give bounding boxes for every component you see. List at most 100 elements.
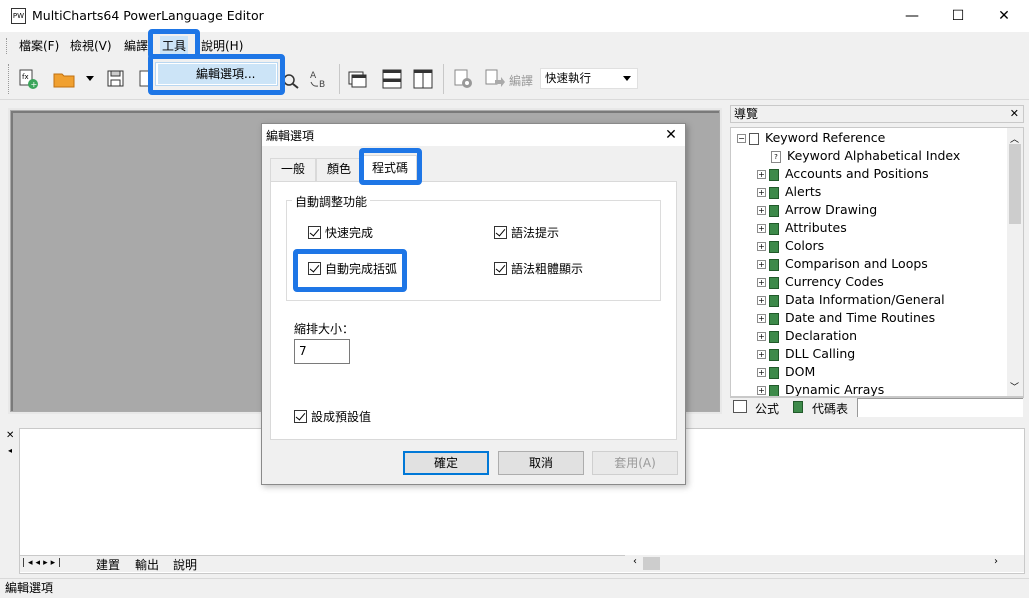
run-mode-combo[interactable]: 快速執行 [540,68,638,89]
tree-item[interactable]: ? Keyword Alphabetical Index [771,147,960,165]
minimize-button[interactable]: — [889,0,935,32]
book-icon [769,168,779,181]
expand-icon[interactable]: + [757,386,766,395]
tree-item[interactable]: − Keyword Reference [737,129,885,147]
navigator-close-icon[interactable]: ✕ [1010,106,1019,122]
close-button[interactable]: ✕ [981,0,1027,32]
expand-icon[interactable]: + [757,206,766,215]
svg-text:+: + [31,80,38,89]
quick-complete-checkbox[interactable]: 快速完成 [308,224,373,240]
tile-vertical-icon[interactable] [411,68,435,90]
expand-icon[interactable]: + [757,314,766,323]
cancel-button[interactable]: 取消 [498,451,584,475]
tab-output[interactable]: 輸出 [135,556,159,573]
tab-general[interactable]: 一般 [270,158,316,181]
checkbox-label: 設成預設值 [311,409,372,424]
expand-icon[interactable]: + [757,224,766,233]
syntax-hint-checkbox[interactable]: 語法提示 [494,224,559,240]
replace-icon[interactable]: AB [307,68,331,90]
scroll-left-icon[interactable]: ‹ [633,556,637,567]
window-title: MultiCharts64 PowerLanguage Editor [32,8,264,23]
tab-help[interactable]: 說明 [173,556,197,573]
scroll-right-icon[interactable]: › [994,556,998,567]
tree-item[interactable]: + Colors [757,237,824,255]
compile-label[interactable]: 編譯 [509,72,533,89]
menu-file[interactable]: 檔案(F) [17,36,61,56]
tree-item[interactable]: + Arrow Drawing [757,201,877,219]
tree-item[interactable]: + DLL Calling [757,345,855,363]
tree-item[interactable]: + Accounts and Positions [757,165,929,183]
tree-item[interactable]: + Data Information/General [757,291,945,309]
set-default-checkbox[interactable]: 設成預設值 [294,408,371,424]
tree-item[interactable]: + Currency Codes [757,273,884,291]
expand-icon[interactable]: + [757,368,766,377]
navigator-tree[interactable]: − Keyword Reference ? Keyword Alphabetical… [730,127,1024,397]
compile-icon[interactable] [483,68,507,90]
book-icon [769,240,779,253]
tab-colors[interactable]: 顏色 [316,158,362,181]
tree-item-label: Arrow Drawing [785,202,878,217]
expand-icon[interactable]: + [757,260,766,269]
highlight-code-tab [359,148,422,185]
cascade-windows-icon[interactable] [346,68,370,90]
checkbox-box[interactable] [294,410,307,423]
tab-code-table[interactable]: 代碼表 [812,400,848,417]
tab-build[interactable]: 建置 [96,556,120,573]
save-icon[interactable] [104,68,128,90]
tab-nav-arrows-icon[interactable]: |◂◂▸▸| [22,558,64,568]
tab-formula[interactable]: 公式 [755,400,779,417]
apply-button[interactable]: 套用(A) [592,451,678,475]
dialog-title: 編輯選項 [266,129,315,143]
tree-item[interactable]: + Attributes [757,219,847,237]
indent-size-label: 縮排大小： [294,322,355,336]
checkbox-box[interactable] [308,226,321,239]
expand-icon[interactable]: + [757,242,766,251]
new-study-icon[interactable]: fx + [17,68,41,90]
tree-item[interactable]: + Date and Time Routines [757,309,935,327]
svg-text:fx: fx [22,73,29,81]
tile-horizontal-icon[interactable] [380,68,404,90]
syntax-bold-checkbox[interactable]: 語法粗體顯示 [494,260,583,276]
ok-button[interactable]: 確定 [403,451,489,475]
tree-item[interactable]: + Dynamic Arrays [757,381,885,397]
collapse-icon[interactable]: − [737,134,746,143]
expand-icon[interactable]: + [757,296,766,305]
scroll-down-icon[interactable]: ﹀ [1010,380,1019,393]
expand-icon[interactable]: + [757,188,766,197]
maximize-button[interactable]: ☐ [935,0,981,32]
tree-item[interactable]: + Comparison and Loops [757,255,928,273]
open-folder-icon[interactable] [52,68,76,90]
tree-item[interactable]: + Alerts [757,183,821,201]
indent-size-input[interactable]: 7 [294,339,350,364]
open-dropdown-icon[interactable] [86,76,94,81]
expand-icon[interactable]: + [757,332,766,341]
dialog-close-icon[interactable]: ✕ [660,124,682,146]
scrollbar-thumb[interactable] [1009,144,1021,224]
tree-item-label: Currency Codes [785,274,884,289]
output-hscrollbar[interactable]: ‹ › [625,555,1024,572]
tree-item-label: Colors [785,238,825,253]
tree-item[interactable]: + Declaration [757,327,857,345]
checkbox-box[interactable] [494,226,507,239]
book-icon [769,186,779,199]
menu-help[interactable]: 說明(H) [199,36,245,56]
expand-icon[interactable]: + [757,170,766,179]
expand-icon[interactable]: + [757,350,766,359]
scrollbar-thumb[interactable] [643,557,660,570]
help-page-icon: ? [771,150,781,163]
toolbar-separator [339,64,340,94]
pin-icon[interactable]: ◂ [8,446,12,455]
svg-text:A: A [310,71,317,81]
tree-item[interactable]: + DOM [757,363,815,381]
checkbox-box[interactable] [494,262,507,275]
navigator-scrollbar[interactable]: ︿ ﹀ [1007,128,1023,396]
tree-item-label: Dynamic Arrays [785,382,885,397]
app-icon[interactable]: PW [11,8,26,24]
chevron-down-icon [623,76,631,81]
auto-adjust-group-label: 自動調整功能 [292,193,371,210]
expand-icon[interactable]: + [757,278,766,287]
study-properties-icon[interactable] [452,68,476,90]
menu-compile[interactable]: 編譯 [122,36,150,56]
output-close-icon[interactable]: ✕ [6,430,14,441]
menu-view[interactable]: 檢視(V) [68,36,114,56]
